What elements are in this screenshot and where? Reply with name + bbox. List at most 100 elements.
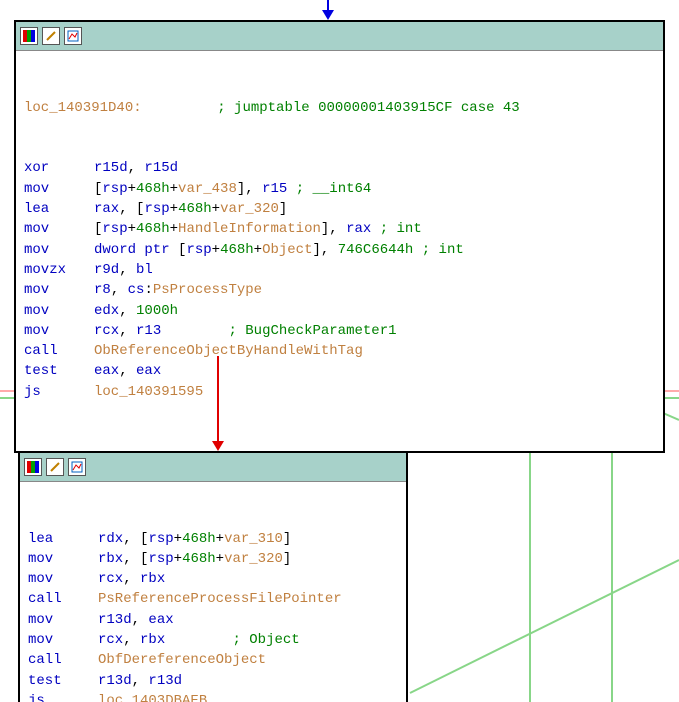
- op-plain: +: [216, 531, 224, 547]
- mnemonic: mov: [24, 301, 94, 321]
- op-reg: eax: [148, 612, 173, 628]
- op-reg: r13: [136, 323, 161, 339]
- op-reg: rsp: [144, 201, 169, 217]
- disasm-line[interactable]: jsloc_1403DBAEB: [28, 691, 398, 702]
- op-reg: rbx: [98, 551, 123, 567]
- op-plain: ,: [119, 262, 136, 278]
- op-num: 468h: [178, 201, 212, 217]
- op-reg: r15: [262, 181, 287, 197]
- mnemonic: call: [24, 341, 94, 361]
- flow-edge-false: [217, 356, 219, 447]
- mnemonic: mov: [28, 610, 98, 630]
- disasm-line[interactable]: movzxr9d, bl: [24, 260, 655, 280]
- op-reg: bl: [136, 262, 153, 278]
- disasm-line[interactable]: learax, [rsp+468h+var_320]: [24, 199, 655, 219]
- mnemonic: lea: [28, 529, 98, 549]
- mnemonic: movzx: [24, 260, 94, 280]
- op-plain: +: [170, 221, 178, 237]
- edit-icon[interactable]: [42, 27, 60, 45]
- op-reg: r13d: [148, 673, 182, 689]
- mnemonic: call: [28, 589, 98, 609]
- disasm-line[interactable]: movrcx, rbx: [28, 569, 398, 589]
- disasm-line[interactable]: movr8, cs:PsProcessType: [24, 280, 655, 300]
- mnemonic: js: [24, 382, 94, 402]
- op-id: HandleInformation: [178, 221, 321, 237]
- mnemonic: mov: [28, 549, 98, 569]
- op-plain: +: [174, 551, 182, 567]
- op-reg: rsp: [186, 242, 211, 258]
- disasm-line[interactable]: movr13d, eax: [28, 610, 398, 630]
- op-plain: +: [128, 221, 136, 237]
- disasm-code-1[interactable]: loc_140391D40: ; jumptable 0000000140391…: [16, 51, 663, 451]
- op-reg: rax: [94, 201, 119, 217]
- disasm-line[interactable]: mov[rsp+468h+var_438], r15 ; __int64: [24, 179, 655, 199]
- disasm-line[interactable]: movrcx, r13 ; BugCheckParameter1: [24, 321, 655, 341]
- disasm-line[interactable]: movedx, 1000h: [24, 301, 655, 321]
- disasm-line[interactable]: movdword ptr [rsp+468h+Object], 746C6644…: [24, 240, 655, 260]
- mnemonic: mov: [24, 280, 94, 300]
- op-plain: [161, 323, 228, 339]
- op-plain: [165, 632, 232, 648]
- disasm-code-2[interactable]: leardx, [rsp+468h+var_310]movrbx, [rsp+4…: [20, 482, 406, 702]
- block-titlebar: [20, 453, 406, 482]
- disasm-block-1[interactable]: loc_140391D40: ; jumptable 0000000140391…: [14, 20, 665, 453]
- op-plain: +: [216, 551, 224, 567]
- flow-arrow-in: [322, 10, 334, 20]
- op-plain: +: [212, 242, 220, 258]
- disasm-line[interactable]: testr13d, r13d: [28, 671, 398, 691]
- disasm-line[interactable]: callPsReferenceProcessFilePointer: [28, 589, 398, 609]
- block-label-row: loc_140391D40: ; jumptable 0000000140391…: [24, 98, 655, 118]
- op-reg: rsp: [148, 551, 173, 567]
- op-reg: eax: [94, 363, 119, 379]
- mnemonic: test: [24, 361, 94, 381]
- op-id: ObfDereferenceObject: [98, 652, 266, 668]
- disasm-line[interactable]: testeax, eax: [24, 361, 655, 381]
- disasm-line[interactable]: leardx, [rsp+468h+var_310]: [28, 529, 398, 549]
- op-plain: +: [254, 242, 262, 258]
- op-cmt: ; __int64: [296, 181, 372, 197]
- op-reg: r8: [94, 282, 111, 298]
- disasm-line[interactable]: movrbx, [rsp+468h+var_320]: [28, 549, 398, 569]
- op-reg: rcx: [98, 632, 123, 648]
- op-plain: [371, 221, 379, 237]
- op-plain: +: [174, 531, 182, 547]
- op-reg: r9d: [94, 262, 119, 278]
- mnemonic: xor: [24, 158, 94, 178]
- color-block-icon[interactable]: [20, 27, 38, 45]
- mnemonic: js: [28, 691, 98, 702]
- mnemonic: test: [28, 671, 98, 691]
- op-num: 468h: [182, 551, 216, 567]
- op-reg: eax: [136, 363, 161, 379]
- op-plain: ]: [283, 531, 291, 547]
- mnemonic: mov: [24, 321, 94, 341]
- op-cmt: ; int: [422, 242, 464, 258]
- op-cmt: ; int: [380, 221, 422, 237]
- disasm-line[interactable]: callObReferenceObjectByHandleWithTag: [24, 341, 655, 361]
- disasm-line[interactable]: xorr15d, r15d: [24, 158, 655, 178]
- flow-arrow-false: [212, 441, 224, 451]
- op-reg: rsp: [102, 221, 127, 237]
- graph-icon[interactable]: [68, 458, 86, 476]
- op-reg: dword ptr: [94, 242, 170, 258]
- color-block-icon[interactable]: [24, 458, 42, 476]
- disasm-line[interactable]: jsloc_140391595: [24, 382, 655, 402]
- mnemonic: mov: [24, 240, 94, 260]
- op-reg: rdx: [98, 531, 123, 547]
- op-num: 468h: [136, 221, 170, 237]
- op-id: var_320: [224, 551, 283, 567]
- graph-icon[interactable]: [64, 27, 82, 45]
- op-plain: :: [144, 282, 152, 298]
- disasm-line[interactable]: mov[rsp+468h+HandleInformation], rax ; i…: [24, 219, 655, 239]
- mnemonic: call: [28, 650, 98, 670]
- edit-icon[interactable]: [46, 458, 64, 476]
- op-plain: ,: [119, 363, 136, 379]
- op-reg: r13d: [98, 612, 132, 628]
- disasm-line[interactable]: callObfDereferenceObject: [28, 650, 398, 670]
- disasm-block-2[interactable]: leardx, [rsp+468h+var_310]movrbx, [rsp+4…: [18, 451, 408, 702]
- disasm-line[interactable]: movrcx, rbx ; Object: [28, 630, 398, 650]
- op-plain: +: [170, 201, 178, 217]
- op-reg: rcx: [94, 323, 119, 339]
- op-plain: , [: [123, 551, 148, 567]
- block-label-comment: ; jumptable 00000001403915CF case 43: [217, 100, 519, 116]
- op-id: var_310: [224, 531, 283, 547]
